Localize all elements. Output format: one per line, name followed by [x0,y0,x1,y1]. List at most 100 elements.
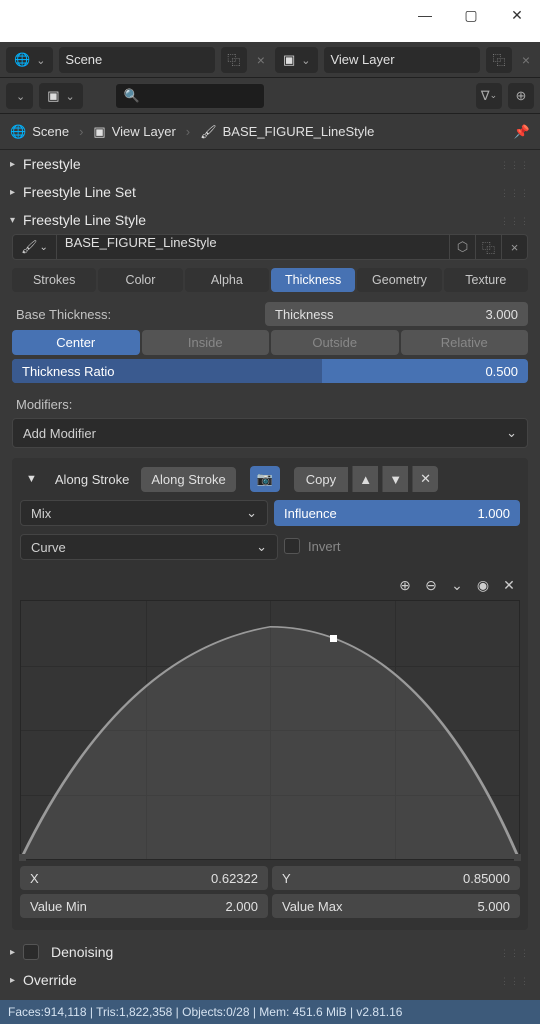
tab-alpha[interactable]: Alpha [185,268,269,292]
curve-toolbar: ⊕ ⊖ ⌄ ◉ ✕ [20,570,520,600]
scene-header: 🌐 Scene ⿻ × ▣ View Layer ⿻ × [0,42,540,78]
delete-viewlayer-button[interactable]: × [518,52,534,68]
breadcrumb-scene[interactable]: 🌐Scene [10,124,69,140]
linestyle-name-row: 🖌⌄ BASE_FIGURE_LineStyle ⬡ ⿻ × [12,234,528,260]
curve-editor[interactable] [20,600,520,860]
thickness-ratio-slider[interactable]: Thickness Ratio0.500 [12,359,528,383]
panel-linestyle[interactable]: Freestyle Line Style⋮⋮⋮ [0,206,536,234]
breadcrumb-linestyle[interactable]: 🖌BASE_FIGURE_LineStyle [200,124,374,140]
base-thickness-label: Base Thickness: [12,307,259,322]
modifier-name[interactable]: Along Stroke [47,472,137,487]
blend-mode-select[interactable]: Mix⌄ [20,500,268,526]
delete-scene-button[interactable]: × [253,52,269,68]
thickness-position-segment: Center Inside Outside Relative [12,330,528,355]
panels: Freestyle⋮⋮⋮ Freestyle Line Set⋮⋮⋮ Frees… [0,150,540,1000]
chevron-down-icon: ⌄ [256,539,267,555]
brush-icon: 🖌 [200,124,217,140]
modifier-remove[interactable]: ✕ [412,466,438,492]
layers-icon: ▣ [283,52,295,68]
close-button[interactable]: ✕ [494,0,540,30]
tab-geometry[interactable]: Geometry [357,268,441,292]
tab-strokes[interactable]: Strokes [12,268,96,292]
modifiers-label: Modifiers: [12,393,528,418]
linestyle-name-field[interactable]: BASE_FIGURE_LineStyle [57,234,450,260]
tab-color[interactable]: Color [98,268,182,292]
curve-handle-end[interactable] [514,854,521,861]
modifier-render-toggle[interactable]: 📷 [250,466,280,492]
influence-slider[interactable]: Influence1.000 [274,500,520,526]
linestyle-browse-dropdown[interactable]: 🖌⌄ [12,234,57,260]
modifier-move-up[interactable]: ▲ [352,466,378,492]
clip-toggle[interactable]: ◉ [472,574,494,596]
panel-linestyle-body: 🖌⌄ BASE_FIGURE_LineStyle ⬡ ⿻ × Strokes C… [0,234,536,938]
position-relative[interactable]: Relative [401,330,529,355]
status-bar: Faces:914,118 | Tris:1,822,358 | Objects… [0,1000,540,1024]
panel-lineset[interactable]: Freestyle Line Set⋮⋮⋮ [0,178,536,206]
value-min-field[interactable]: Value Min2.000 [20,894,268,918]
options-button[interactable]: ⊕ [508,83,534,109]
curve-y-field[interactable]: Y0.85000 [272,866,520,890]
panel-denoising[interactable]: Denoising⋮⋮⋮ [0,938,536,966]
chevron-right-icon: › [186,124,190,139]
pin-button[interactable]: 📌 [514,124,530,140]
invert-checkbox[interactable] [284,538,300,554]
fake-user-button[interactable]: ⬡ [450,234,476,260]
unlink-linestyle-button[interactable]: × [502,234,528,260]
zoom-out-button[interactable]: ⊖ [420,574,442,596]
position-outside[interactable]: Outside [271,330,399,355]
modifier-along-stroke: ▼ Along Stroke Along Stroke 📷 Copy ▲ ▼ ✕… [12,458,528,930]
linestyle-tabs: Strokes Color Alpha Thickness Geometry T… [12,268,528,292]
viewlayer-browse-dropdown[interactable]: ▣ [275,47,319,73]
scene-name-field[interactable]: Scene [59,47,214,73]
add-modifier-dropdown[interactable]: Add Modifier⌄ [12,418,528,448]
modifier-collapse-toggle[interactable]: ▼ [20,473,43,485]
scene-name-label: Scene [65,52,102,67]
curve-tools-dropdown[interactable]: ⌄ [446,574,468,596]
drag-icon: ⋮⋮⋮ [500,188,530,199]
layers-icon: ▣ [93,124,105,140]
new-viewlayer-button[interactable]: ⿻ [486,47,512,73]
mapping-select[interactable]: Curve⌄ [20,534,278,560]
value-max-field[interactable]: Value Max5.000 [272,894,520,918]
modifier-type-label: Along Stroke [141,467,235,492]
scene-browse-dropdown[interactable]: 🌐 [6,47,53,73]
curve-x-field[interactable]: X0.62322 [20,866,268,890]
world-icon: 🌐 [14,52,30,68]
new-linestyle-button[interactable]: ⿻ [476,234,502,260]
curve-handle-selected[interactable] [330,635,337,642]
minimize-button[interactable]: ― [402,0,448,30]
chevron-down-icon: ⌄ [506,425,517,441]
maximize-button[interactable]: ▢ [448,0,494,30]
filter-button[interactable]: ∇⌄ [476,83,502,109]
drag-icon: ⋮⋮⋮ [500,976,530,987]
panel-freestyle[interactable]: Freestyle⋮⋮⋮ [0,150,536,178]
workspace: 🌐 Scene ⿻ × ▣ View Layer ⿻ × ▣ 🔍 ∇⌄ ⊕ 🌐S… [0,42,540,1024]
search-input[interactable]: 🔍 [115,83,265,109]
position-center[interactable]: Center [12,330,140,355]
drag-icon: ⋮⋮⋮ [500,216,530,227]
tab-texture[interactable]: Texture [444,268,528,292]
world-icon: 🌐 [10,124,26,140]
chevron-down-icon: ⌄ [246,505,257,521]
zoom-in-button[interactable]: ⊕ [394,574,416,596]
curve-handle-start[interactable] [19,854,26,861]
viewlayer-name-field[interactable]: View Layer [324,47,479,73]
position-inside[interactable]: Inside [142,330,270,355]
image-icon: ▣ [47,88,59,104]
breadcrumb: 🌐Scene › ▣View Layer › 🖌BASE_FIGURE_Line… [0,114,540,150]
invert-label: Invert [308,539,341,554]
thickness-field[interactable]: Thickness3.000 [265,302,528,326]
editor-type-dropdown[interactable] [6,83,33,109]
panel-override[interactable]: Override⋮⋮⋮ [0,966,536,994]
modifier-move-down[interactable]: ▼ [382,466,408,492]
delete-point-button[interactable]: ✕ [498,574,520,596]
tab-thickness[interactable]: Thickness [271,268,355,292]
display-mode-dropdown[interactable]: ▣ [39,83,83,109]
drag-icon: ⋮⋮⋮ [500,948,530,959]
new-scene-button[interactable]: ⿻ [221,47,247,73]
modifier-copy-button[interactable]: Copy [294,467,348,492]
denoising-checkbox[interactable] [23,944,39,960]
chevron-right-icon: › [79,124,83,139]
breadcrumb-viewlayer[interactable]: ▣View Layer [93,124,175,140]
search-icon: 🔍 [124,88,140,104]
